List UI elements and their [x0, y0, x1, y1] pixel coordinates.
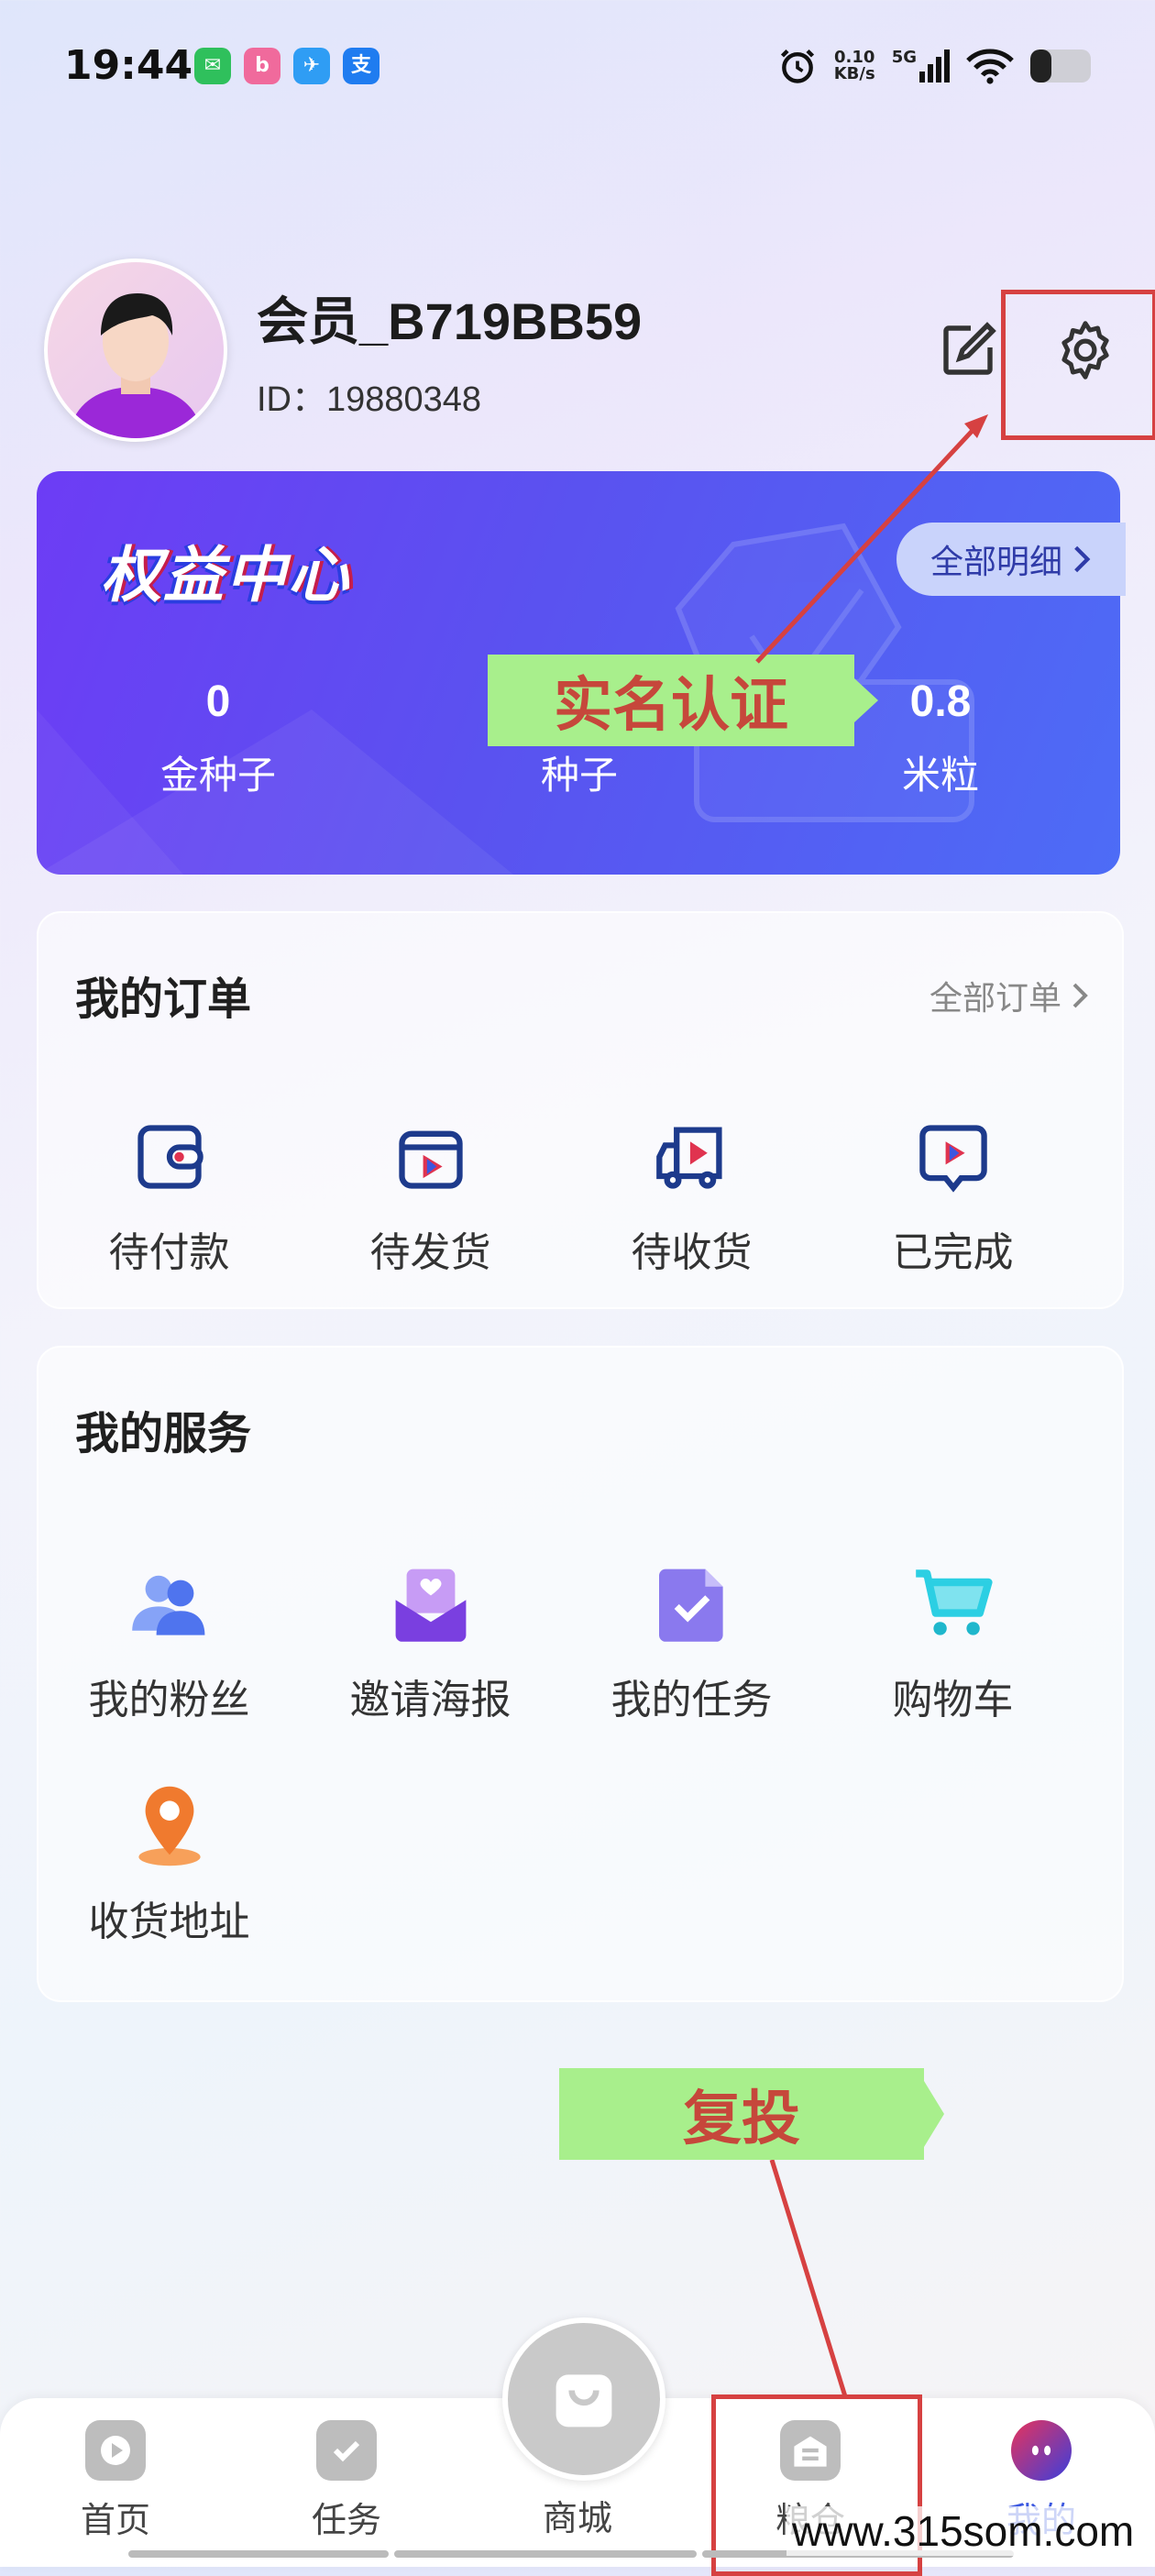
reinvest-callout: 复投 — [559, 2068, 924, 2160]
completed-icon — [908, 1111, 999, 1203]
task-check-icon — [316, 2420, 377, 2481]
service-item-label: 购物车 — [892, 1677, 1014, 1723]
orders-panel: 我的订单 全部订单 待付款 待发货 待收货 已完成 — [37, 911, 1124, 1309]
order-item-label: 待收货 — [631, 1229, 753, 1276]
package-icon — [385, 1111, 477, 1203]
location-icon — [124, 1780, 215, 1872]
home-play-icon — [85, 2420, 146, 2481]
service-my-tasks[interactable]: 我的任务 — [561, 1558, 822, 1725]
all-orders-label: 全部订单 — [929, 980, 1062, 1018]
truck-icon — [646, 1111, 738, 1203]
nav-home[interactable]: 首页 — [33, 2420, 198, 2542]
gesture-bar — [394, 2550, 697, 2558]
all-orders-link[interactable]: 全部订单 — [930, 972, 1089, 1019]
fans-icon — [124, 1558, 215, 1650]
mall-bag-icon — [556, 2374, 612, 2427]
service-fans[interactable]: 我的粉丝 — [38, 1558, 300, 1725]
nav-mall[interactable]: 商城 — [495, 2490, 660, 2540]
orders-title: 我的订单 — [75, 974, 252, 1025]
service-item-label: 我的粉丝 — [88, 1677, 250, 1723]
service-invite-poster[interactable]: 邀请海报 — [300, 1558, 561, 1725]
service-item-label: 邀请海报 — [349, 1677, 512, 1723]
service-address[interactable]: 收货地址 — [38, 1780, 300, 1947]
order-completed[interactable]: 已完成 — [822, 1111, 1084, 1278]
nav-label: 任务 — [311, 2500, 381, 2540]
service-item-label: 我的任务 — [610, 1677, 773, 1723]
order-pending-payment[interactable]: 待付款 — [38, 1111, 300, 1278]
nav-tasks[interactable]: 任务 — [264, 2420, 429, 2542]
service-cart[interactable]: 购物车 — [822, 1558, 1084, 1725]
chevron-right-icon — [1072, 983, 1088, 1008]
watermark: www.315som.com — [786, 2506, 1140, 2556]
services-panel: 我的服务 我的粉丝 邀请海报 我的任务 购物车 收货地址 — [37, 1346, 1124, 2002]
cart-icon — [908, 1558, 999, 1650]
invite-poster-icon — [385, 1558, 477, 1650]
order-item-label: 已完成 — [892, 1229, 1014, 1276]
reinvest-callout-text: 复投 — [683, 2086, 800, 2153]
order-pending-receipt[interactable]: 待收货 — [561, 1111, 822, 1278]
task-icon — [646, 1558, 738, 1650]
order-item-label: 待付款 — [108, 1229, 230, 1276]
mall-center-button[interactable] — [502, 2317, 666, 2481]
services-title: 我的服务 — [75, 1408, 252, 1459]
order-pending-shipment[interactable]: 待发货 — [300, 1111, 561, 1278]
nav-label: 商城 — [542, 2498, 612, 2538]
gesture-bar — [128, 2550, 389, 2558]
profile-icon — [1011, 2420, 1072, 2481]
service-item-label: 收货地址 — [88, 1899, 250, 1945]
order-item-label: 待发货 — [369, 1229, 491, 1276]
nav-label: 首页 — [80, 2500, 150, 2540]
wallet-icon — [124, 1111, 215, 1203]
